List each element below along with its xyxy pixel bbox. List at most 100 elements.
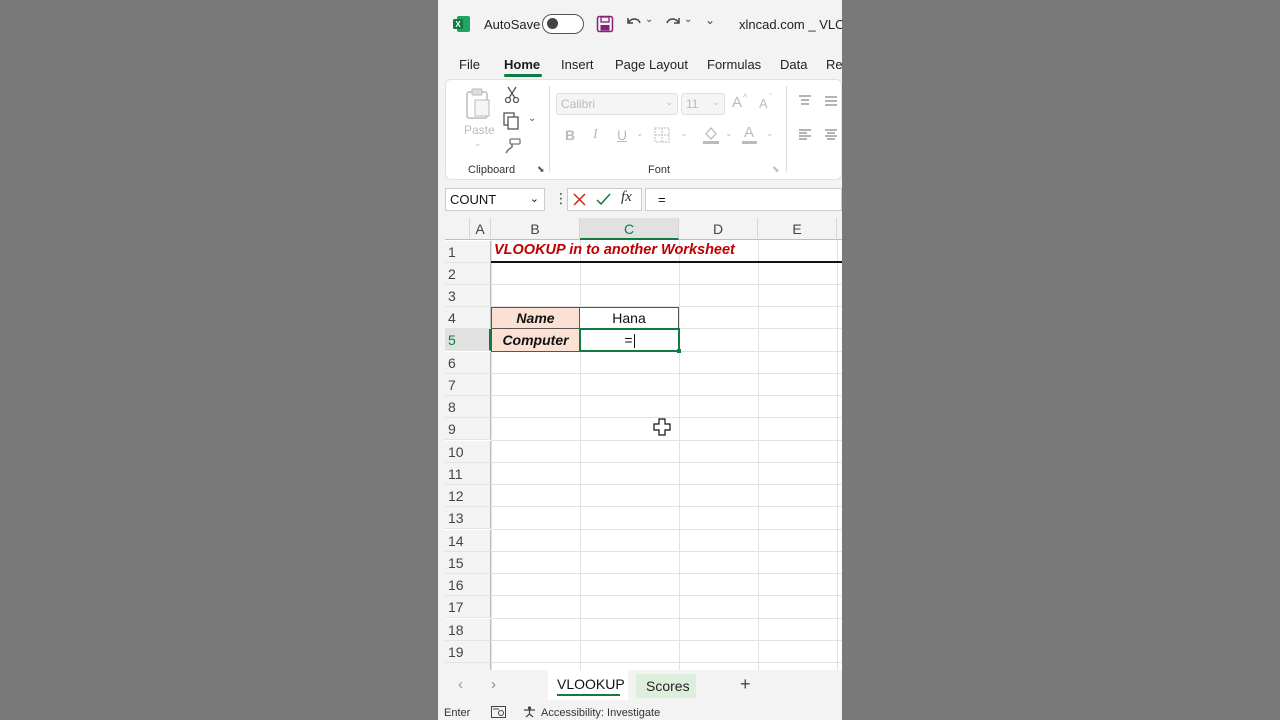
font-name-value: Calibri (561, 97, 596, 111)
sheet-tab-vlookup[interactable]: VLOOKUP (548, 670, 628, 700)
font-color-dropdown-icon[interactable]: ⌄ (766, 128, 774, 139)
underline-dropdown-icon[interactable]: ⌄ (636, 128, 644, 139)
grid-line (491, 595, 842, 596)
cut-icon[interactable] (504, 86, 520, 109)
row-header-11[interactable]: 11 (445, 463, 491, 485)
active-cell-c5[interactable]: = (579, 328, 680, 352)
tab-home[interactable]: Home (504, 57, 540, 72)
row-header-10[interactable]: 10 (445, 441, 491, 463)
paste-button[interactable]: Paste ⌄ (458, 86, 498, 148)
copy-dropdown-icon[interactable]: ⌄ (528, 113, 536, 124)
formula-input[interactable]: = (645, 188, 842, 211)
italic-button[interactable]: I (593, 127, 598, 143)
row-header-19[interactable]: 19 (445, 641, 491, 663)
chevron-down-icon: ⌄ (665, 97, 673, 107)
align-center-icon[interactable] (824, 128, 838, 146)
row-header-5[interactable]: 5 (445, 329, 491, 351)
label-cell-name[interactable]: Name (491, 307, 580, 329)
redo-dropdown-icon[interactable]: ⌄ (684, 14, 692, 25)
row-header-17[interactable]: 17 (445, 596, 491, 618)
borders-dropdown-icon[interactable]: ⌄ (680, 128, 688, 139)
increase-font-size-button[interactable]: A (732, 94, 742, 111)
column-header-a[interactable]: A (470, 218, 491, 240)
bold-button[interactable]: B (565, 127, 575, 143)
row-header-20[interactable] (445, 663, 491, 670)
tab-data[interactable]: Data (780, 57, 807, 72)
add-sheet-button[interactable]: + (740, 674, 751, 695)
worksheet-grid[interactable]: A B C D E 1 2 3 4 5 6 7 8 9 10 11 12 13 … (445, 218, 842, 670)
undo-icon[interactable] (624, 14, 644, 37)
grid-line (758, 240, 759, 670)
row-header-15[interactable]: 15 (445, 552, 491, 574)
tab-page-layout[interactable]: Page Layout (615, 57, 688, 72)
label-cell-computer[interactable]: Computer (491, 329, 580, 352)
row-header-14[interactable]: 14 (445, 530, 491, 552)
borders-icon[interactable] (654, 127, 670, 148)
redo-icon[interactable] (663, 14, 683, 37)
undo-dropdown-icon[interactable]: ⌄ (645, 14, 653, 25)
label-computer-text: Computer (502, 332, 569, 348)
chevron-down-icon: ⌄ (712, 97, 720, 107)
font-launcher-icon[interactable]: ⬊ (772, 164, 780, 175)
insert-function-icon[interactable]: fx (621, 189, 632, 206)
sheet-title-cell[interactable]: VLOOKUP in to another Worksheet (494, 242, 794, 258)
sheet-tab-scores-label: Scores (646, 678, 690, 694)
fill-handle[interactable] (677, 349, 681, 353)
row-header-6[interactable]: 6 (445, 352, 491, 374)
fill-color-dropdown-icon[interactable]: ⌄ (725, 128, 733, 139)
autosave-toggle[interactable] (542, 14, 584, 34)
fill-color-icon[interactable] (702, 125, 720, 150)
name-box-value: COUNT (450, 192, 497, 207)
scroll-sheets-right-icon[interactable]: › (491, 676, 496, 693)
font-size-select[interactable]: 11 ⌄ (681, 93, 725, 115)
group-divider (549, 86, 550, 172)
macro-recording-icon[interactable] (491, 706, 506, 720)
underline-button[interactable]: U (617, 127, 627, 143)
column-header-d[interactable]: D (679, 218, 758, 240)
cancel-icon[interactable] (573, 193, 586, 211)
row-header-4[interactable]: 4 (445, 307, 491, 329)
tab-review[interactable]: Re (826, 57, 842, 72)
save-icon[interactable] (596, 15, 614, 38)
row-header-16[interactable]: 16 (445, 574, 491, 596)
row-header-18[interactable]: 18 (445, 619, 491, 641)
select-all-corner[interactable] (445, 218, 470, 240)
row-header-13[interactable]: 13 (445, 507, 491, 529)
scroll-sheets-left-icon[interactable]: ‹ (458, 676, 463, 693)
value-cell-name[interactable]: Hana (579, 307, 679, 329)
clipboard-launcher-icon[interactable]: ⬊ (537, 164, 545, 175)
align-top-icon[interactable] (798, 94, 812, 112)
format-painter-icon[interactable] (504, 138, 522, 159)
tab-insert[interactable]: Insert (561, 57, 594, 72)
status-mode: Enter (444, 707, 471, 719)
row-header-3[interactable]: 3 (445, 285, 491, 307)
accessibility-icon[interactable] (523, 706, 536, 720)
row-header-7[interactable]: 7 (445, 374, 491, 396)
font-name-select[interactable]: Calibri ⌄ (556, 93, 678, 115)
column-header-b[interactable]: B (491, 218, 580, 240)
row-header-2[interactable]: 2 (445, 263, 491, 285)
column-header-f[interactable] (837, 218, 842, 240)
decrease-font-size-button[interactable]: A (759, 96, 768, 111)
row-header-12[interactable]: 12 (445, 485, 491, 507)
customize-qat-icon[interactable]: ⌄ (705, 13, 715, 27)
enter-icon[interactable] (596, 193, 611, 211)
row-header-1[interactable]: 1 (445, 241, 491, 263)
name-box[interactable]: COUNT ⌄ (445, 188, 545, 211)
grid-line (679, 240, 680, 670)
align-left-icon[interactable] (798, 128, 812, 146)
font-color-button[interactable]: A (744, 124, 754, 141)
row-header-8[interactable]: 8 (445, 396, 491, 418)
column-header-c[interactable]: C (580, 218, 679, 240)
tab-file[interactable]: File (459, 57, 480, 72)
column-header-e[interactable]: E (758, 218, 837, 240)
align-middle-icon[interactable] (824, 94, 838, 112)
copy-icon[interactable] (503, 112, 523, 135)
accessibility-status[interactable]: Accessibility: Investigate (541, 707, 660, 719)
row-header-9[interactable]: 9 (445, 418, 491, 440)
chevron-down-icon: ⌄ (529, 193, 539, 205)
tab-formulas[interactable]: Formulas (707, 57, 761, 72)
more-options-icon[interactable]: ⋮ (554, 190, 568, 207)
grid-line (837, 240, 838, 670)
sheet-tab-scores[interactable]: Scores (636, 674, 696, 698)
